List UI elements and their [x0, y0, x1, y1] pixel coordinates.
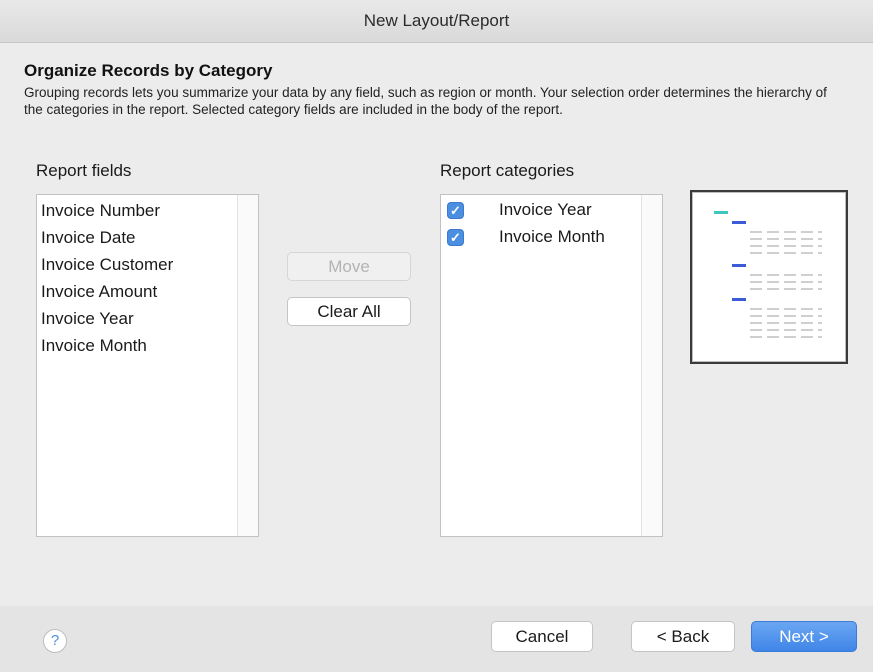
list-item[interactable]: Invoice Amount [41, 282, 157, 302]
preview-row [750, 281, 822, 283]
move-button[interactable]: Move [287, 252, 411, 281]
clear-all-button[interactable]: Clear All [287, 297, 411, 326]
report-categories-label: Report categories [440, 161, 575, 180]
preview-subgroup-marker [732, 264, 746, 267]
preview-row [750, 231, 822, 233]
checkmark-icon[interactable]: ✓ [447, 229, 464, 246]
dialog-footer: ? Cancel < Back Next > [0, 606, 873, 672]
preview-row [750, 252, 822, 254]
list-item[interactable]: Invoice Number [41, 201, 160, 221]
preview-row [750, 322, 822, 324]
window-title-bar: New Layout/Report [0, 0, 873, 43]
list-item[interactable]: Invoice Month [41, 336, 147, 356]
report-fields-list[interactable]: Invoice Number Invoice Date Invoice Cust… [36, 194, 259, 537]
preview-row [750, 238, 822, 240]
checkmark-icon[interactable]: ✓ [447, 202, 464, 219]
preview-row [750, 274, 822, 276]
section-description: Grouping records lets you summarize your… [24, 85, 827, 117]
preview-row [750, 336, 822, 338]
preview-row [750, 308, 822, 310]
preview-subgroup-marker [732, 298, 746, 301]
list-item[interactable]: Invoice Year [41, 309, 134, 329]
category-label: Invoice Year [499, 200, 592, 219]
next-button[interactable]: Next > [751, 621, 857, 652]
section-heading: Organize Records by Category [24, 61, 273, 80]
report-categories-scrollbar[interactable] [641, 195, 662, 536]
preview-group-marker [714, 211, 728, 214]
list-item[interactable]: Invoice Customer [41, 255, 173, 275]
report-categories-list[interactable]: ✓ Invoice Year ✓ Invoice Month [440, 194, 663, 537]
cancel-button[interactable]: Cancel [491, 621, 593, 652]
back-button[interactable]: < Back [631, 621, 735, 652]
window-title: New Layout/Report [363, 11, 510, 30]
preview-subgroup-marker [732, 221, 746, 224]
report-layout-preview [690, 190, 848, 364]
category-label: Invoice Month [499, 227, 605, 246]
preview-row [750, 288, 822, 290]
preview-row [750, 329, 822, 331]
report-fields-label: Report fields [36, 161, 132, 180]
preview-row [750, 245, 822, 247]
preview-row [750, 315, 822, 317]
question-mark-icon[interactable]: ? [43, 629, 67, 653]
list-item[interactable]: ✓ Invoice Year [447, 200, 647, 222]
list-item[interactable]: Invoice Date [41, 228, 136, 248]
list-item[interactable]: ✓ Invoice Month [447, 227, 647, 249]
report-fields-scrollbar[interactable] [237, 195, 258, 536]
dialog-content: Organize Records by Category Grouping re… [0, 43, 873, 606]
